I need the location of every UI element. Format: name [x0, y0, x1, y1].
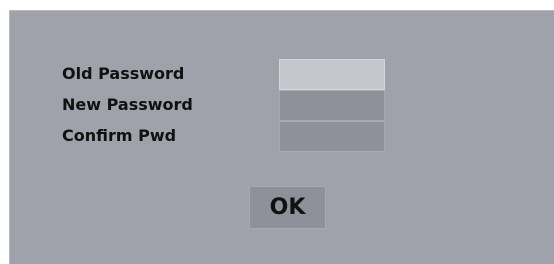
old-password-field[interactable]	[279, 59, 385, 90]
old-password-label: Old Password	[62, 64, 185, 83]
password-dialog: Old Password New Password Confirm Pwd OK	[9, 10, 554, 264]
confirm-password-field[interactable]	[279, 121, 385, 152]
ok-button[interactable]: OK	[249, 186, 326, 229]
new-password-label: New Password	[62, 95, 193, 114]
new-password-field[interactable]	[279, 90, 385, 121]
confirm-password-label: Confirm Pwd	[62, 126, 177, 145]
